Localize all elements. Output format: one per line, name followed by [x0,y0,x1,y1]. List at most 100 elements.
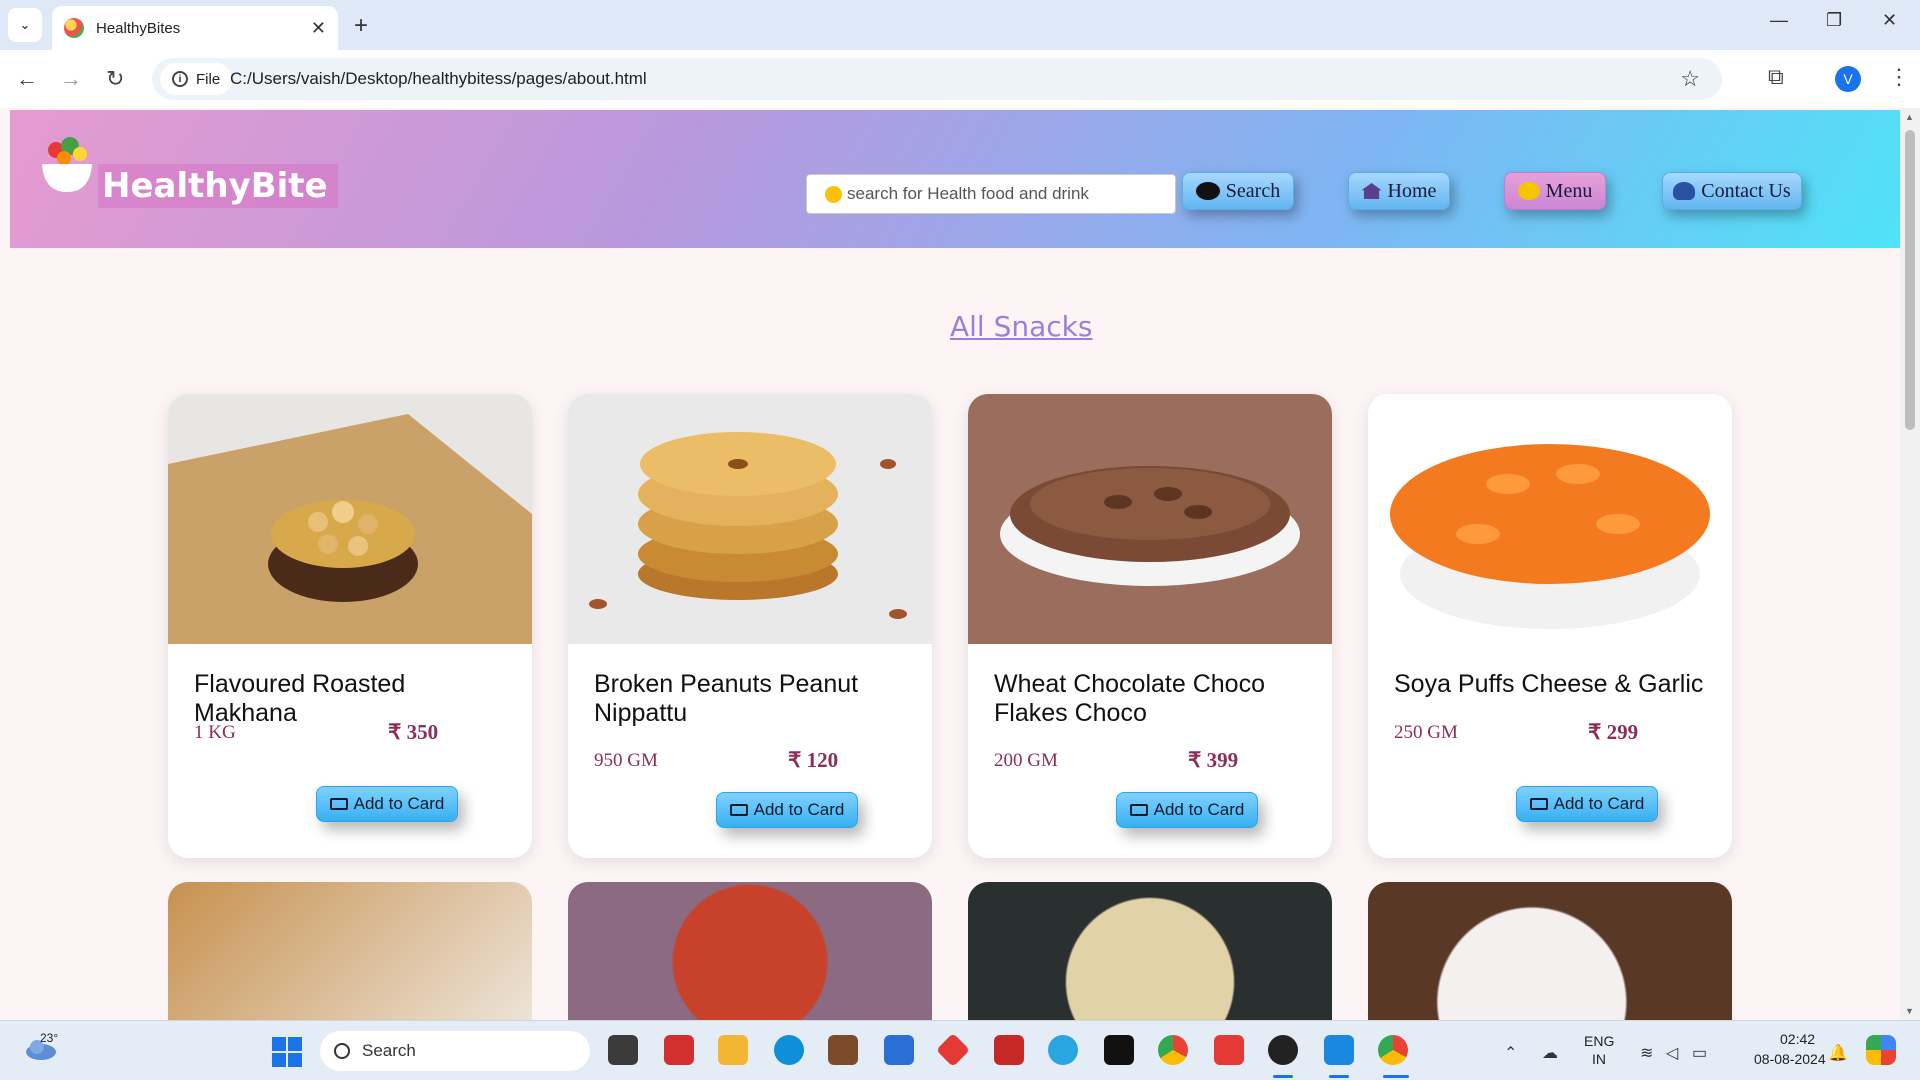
restore-icon[interactable]: ❐ [1826,10,1842,31]
notification-bell-icon[interactable]: 🔔 [1828,1043,1848,1063]
copilot-icon[interactable] [1866,1035,1896,1065]
forward-icon[interactable]: → [60,66,82,92]
show-hidden-icons-chevron-icon[interactable]: ⌃ [1504,1043,1517,1063]
nav-contact-button[interactable]: Contact Us [1662,172,1802,210]
profile-avatar[interactable]: V [1835,66,1861,92]
tab-search-dropdown-button[interactable]: ⌄ [8,8,42,42]
taskbar-search[interactable]: Search [320,1031,590,1071]
edge-icon[interactable] [774,1035,804,1065]
card-icon [329,798,348,810]
nav-menu-button[interactable]: Menu [1504,172,1606,210]
salad-bowl-logo-icon [42,137,92,192]
search-placeholder: search for Health food and drink [847,184,1089,203]
product-name: Wheat Chocolate Choco Flakes Choco [994,670,1265,727]
nav-home-button[interactable]: Home [1348,172,1450,210]
battery-icon[interactable]: ▭ [1692,1043,1707,1063]
contact-icon [1673,182,1696,200]
extensions-icon[interactable]: ⧉ [1768,64,1784,90]
back-icon[interactable]: ← [16,66,38,92]
pdf-app-icon[interactable] [1214,1035,1244,1065]
search-icon [1195,182,1220,200]
product-price: ₹ 350 [388,720,439,744]
site-logo-text[interactable]: HealthyBite [98,164,338,208]
terminal-app-icon[interactable] [1104,1035,1134,1065]
vscode-icon[interactable] [1324,1035,1354,1065]
acrobat-icon[interactable] [664,1035,694,1065]
github-icon[interactable] [1268,1035,1298,1065]
chrome-icon[interactable] [1158,1035,1188,1065]
address-bar[interactable]: i File C:/Users/vaish/Desktop/healthybit… [152,58,1722,100]
product-card: Broken Peanuts Peanut Nippattu 950 GM ₹ … [568,394,932,858]
product-weight: 250 GM [1394,722,1458,743]
running-indicator [1329,1075,1349,1078]
scroll-thumb[interactable] [1905,130,1915,430]
file-explorer-icon[interactable] [718,1035,748,1065]
minimize-icon[interactable]: — [1770,10,1788,31]
section-title[interactable]: All Snacks [950,310,1093,343]
close-window-icon[interactable]: ✕ [1882,10,1897,31]
new-tab-icon[interactable]: + [354,12,368,40]
product-price: ₹ 120 [788,748,839,772]
chrome-active-icon[interactable] [1378,1035,1408,1065]
windows-start-icon[interactable] [272,1037,302,1067]
product-name: Flavoured Roasted Makhana [194,670,406,727]
volume-icon[interactable]: ◁ [1666,1043,1678,1063]
browser-app-icon[interactable] [1048,1035,1078,1065]
page-viewport: HealthyBite search for Health food and d… [0,108,1900,1020]
mcafee-icon[interactable] [994,1035,1024,1065]
site-favicon-icon [64,18,84,38]
taskbar-search-label: Search [362,1041,416,1060]
browser-menu-icon[interactable]: ⋮ [1888,64,1910,90]
card-icon [729,804,748,816]
nav-contact-label: Contact Us [1701,179,1791,202]
makhana-image [168,394,532,644]
scroll-up-icon[interactable]: ▲ [1905,112,1914,122]
search-icon [334,1043,350,1059]
page-scrollbar[interactable]: ▲ ▼ [1900,108,1920,1020]
product-card-image-partial [1368,882,1732,1020]
reload-icon[interactable]: ↻ [106,66,124,92]
product-card-image-partial [968,882,1332,1020]
info-icon: i [172,71,188,87]
photos-app-icon[interactable] [828,1035,858,1065]
product-price: ₹ 399 [1188,748,1239,772]
task-view-icon[interactable] [608,1035,638,1065]
bookmark-star-icon[interactable]: ☆ [1680,66,1700,92]
nav-menu-label: Menu [1545,179,1593,202]
product-weight: 200 GM [994,750,1058,771]
site-info-chip[interactable]: i File [160,63,233,95]
product-card-image-partial [168,882,532,1020]
card-icon [1129,804,1148,816]
add-to-card-button[interactable]: Add to Card [1516,786,1658,822]
add-to-card-button[interactable]: Add to Card [1116,792,1258,828]
product-weight: 1 KG [194,722,236,743]
store-icon[interactable] [884,1035,914,1065]
wifi-icon[interactable]: ≋ [1640,1043,1653,1063]
nippattu-image [568,394,932,644]
smile-emoji-icon [825,186,842,203]
language-indicator[interactable]: ENG [1584,1033,1614,1049]
browser-tab[interactable]: HealthyBites ✕ [52,6,338,50]
search-button[interactable]: Search [1182,172,1294,210]
add-to-card-button[interactable]: Add to Card [316,786,458,822]
search-input[interactable]: search for Health food and drink [806,174,1176,214]
site-info-label: File [196,70,221,88]
clock-date[interactable]: 08-08-2024 [1754,1051,1826,1067]
add-to-card-label: Add to Card [753,800,845,819]
search-button-label: Search [1225,179,1281,202]
diamond-app-icon[interactable] [936,1033,970,1067]
product-card-image-partial [568,882,932,1020]
tab-title: HealthyBites [96,19,181,37]
add-to-card-button[interactable]: Add to Card [716,792,858,828]
product-card: Soya Puffs Cheese & Garlic 250 GM ₹ 299 … [1368,394,1732,858]
product-price: ₹ 299 [1588,720,1639,744]
browser-tab-bar: ⌄ HealthyBites ✕ + — ❐ ✕ [0,0,1920,50]
clock-time[interactable]: 02:42 [1780,1031,1815,1047]
scroll-down-icon[interactable]: ▼ [1905,1006,1914,1016]
active-indicator [1383,1075,1409,1078]
browser-toolbar: ← → ↻ i File C:/Users/vaish/Desktop/heal… [0,50,1920,108]
url-text[interactable]: C:/Users/vaish/Desktop/healthybitess/pag… [230,69,647,89]
onedrive-cloud-icon[interactable]: ☁ [1542,1043,1558,1063]
close-tab-icon[interactable]: ✕ [311,18,326,39]
add-to-card-label: Add to Card [353,794,445,813]
